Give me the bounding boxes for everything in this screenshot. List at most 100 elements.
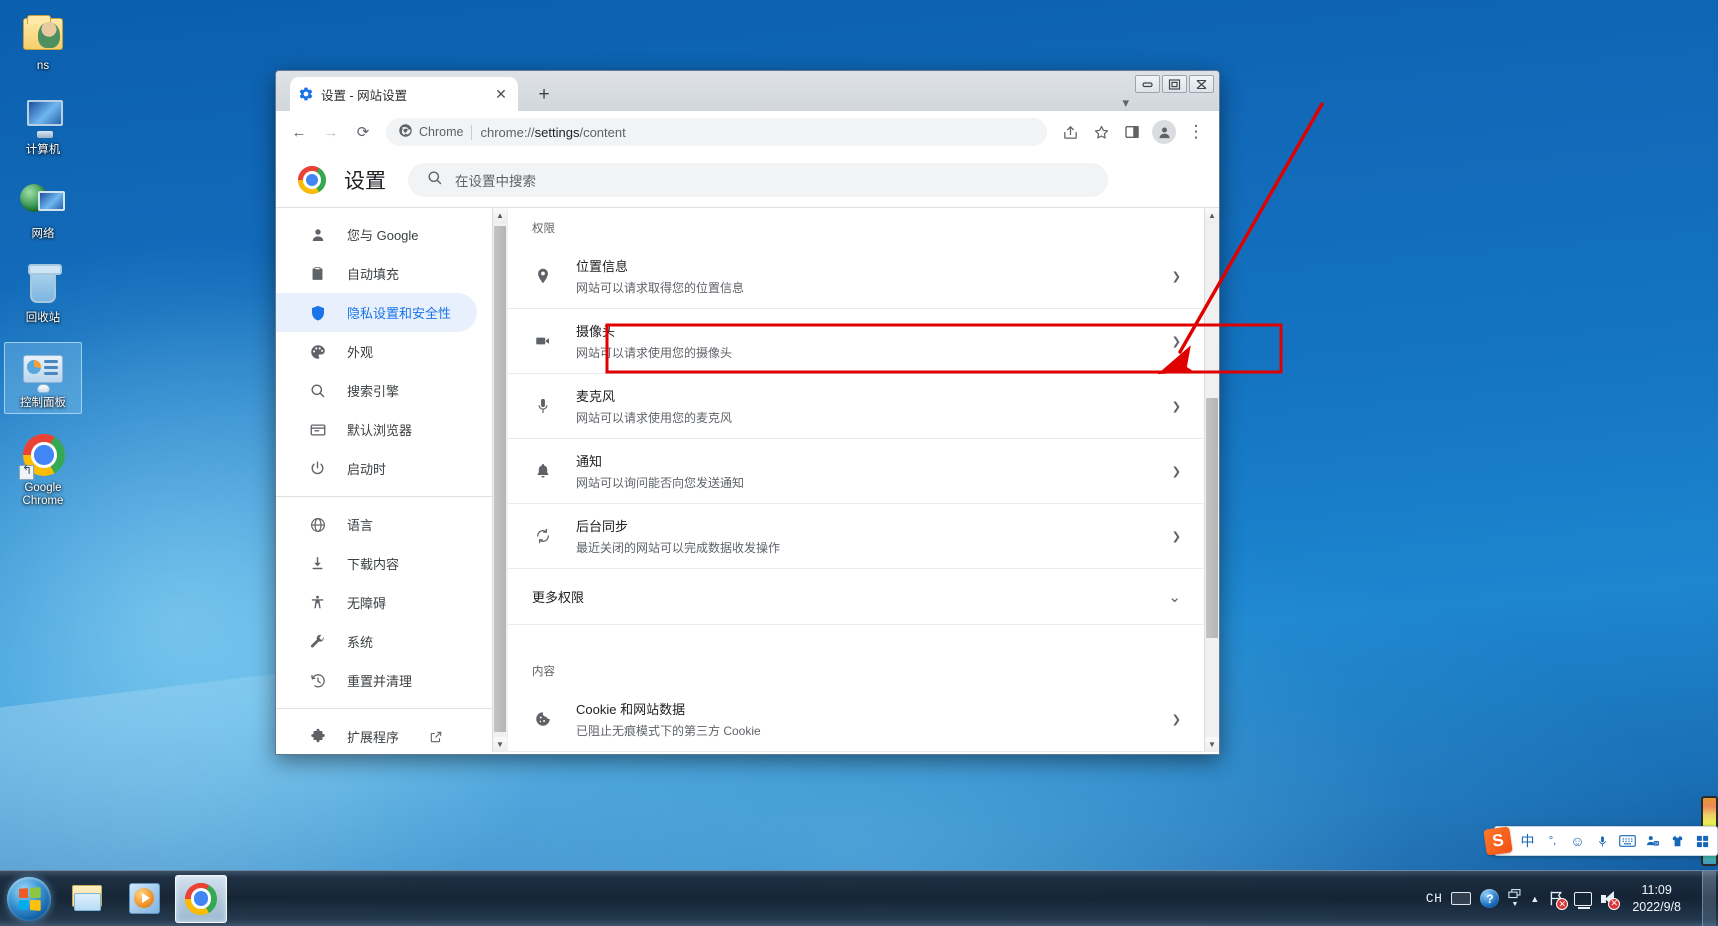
desktop-icon-ns[interactable]: ns bbox=[4, 6, 82, 76]
permission-row-microphone[interactable]: 麦克风 网站可以请求使用您的麦克风 ❯ bbox=[508, 374, 1203, 439]
permission-title: 通知 bbox=[576, 454, 603, 469]
taskbar-clock[interactable]: 11:09 2022/9/8 bbox=[1626, 882, 1693, 916]
sidebar-item-extensions[interactable]: 扩展程序 bbox=[276, 717, 477, 752]
close-button[interactable] bbox=[1189, 75, 1214, 93]
permission-row-background-sync[interactable]: 后台同步 最近关闭的网站可以完成数据收发操作 ❯ bbox=[508, 504, 1203, 569]
more-permissions-expander[interactable]: 更多权限 ⌄ bbox=[508, 569, 1203, 625]
sidebar-item-label: 重置并清理 bbox=[347, 674, 413, 689]
svg-text:24: 24 bbox=[1654, 842, 1658, 846]
sidebar-item-privacy-and-security[interactable]: 隐私设置和安全性 bbox=[276, 293, 477, 332]
clock-date: 2022/9/8 bbox=[1632, 899, 1681, 914]
browser-menu-button[interactable]: ⋮ bbox=[1181, 117, 1211, 147]
sidebar-scrollbar-thumb[interactable] bbox=[494, 226, 506, 732]
punctuation-icon[interactable]: °, bbox=[1544, 835, 1561, 847]
sidebar-item-appearance[interactable]: 外观 bbox=[276, 332, 477, 371]
sogou-logo-icon[interactable]: S bbox=[1483, 826, 1513, 856]
sidebar-item-on-startup[interactable]: 启动时 bbox=[276, 449, 477, 488]
new-tab-button[interactable]: + bbox=[531, 82, 557, 108]
desktop-icon-recycle-bin[interactable]: 回收站 bbox=[4, 258, 82, 328]
permission-row-notifications[interactable]: 通知 网站可以询问能否向您发送通知 ❯ bbox=[508, 439, 1203, 504]
toolbox-icon[interactable] bbox=[1694, 834, 1711, 849]
taskbar-item-chrome[interactable] bbox=[175, 874, 227, 923]
tab-title: 设置 - 网站设置 bbox=[321, 88, 408, 103]
sidebar-item-default-browser[interactable]: 默认浏览器 bbox=[276, 410, 477, 449]
page-title: 设置 bbox=[344, 170, 386, 193]
sidebar-item-label: 默认浏览器 bbox=[347, 423, 413, 438]
folder-user-icon bbox=[19, 10, 67, 58]
scroll-up-arrow-icon[interactable]: ▲ bbox=[493, 208, 507, 223]
help-icon[interactable]: ? bbox=[1480, 889, 1500, 908]
profile-avatar-icon[interactable] bbox=[1152, 120, 1176, 144]
soft-keyboard-icon[interactable] bbox=[1619, 835, 1636, 847]
url-suffix: /content bbox=[579, 124, 626, 140]
close-tab-button[interactable]: ✕ bbox=[492, 85, 510, 103]
settings-search-input[interactable]: 在设置中搜索 bbox=[408, 163, 1108, 197]
side-panel-icon[interactable] bbox=[1117, 117, 1147, 147]
search-icon bbox=[308, 381, 327, 400]
tab-search-chevron-icon[interactable]: ▾ bbox=[1122, 95, 1129, 111]
sidebar-item-reset-and-clean-up[interactable]: 重置并清理 bbox=[276, 661, 477, 700]
reload-button[interactable]: ⟳ bbox=[348, 117, 378, 147]
chinese-mode-icon[interactable]: 中 bbox=[1519, 831, 1536, 851]
desktop-icon-computer[interactable]: 计算机 bbox=[4, 90, 82, 160]
globe-icon bbox=[308, 515, 327, 534]
forward-button[interactable]: → bbox=[316, 117, 346, 147]
volume-icon[interactable]: ✕ bbox=[1601, 890, 1621, 910]
start-button[interactable] bbox=[2, 875, 56, 923]
permissions-card: 位置信息 网站可以请求取得您的位置信息 ❯ 摄像头 网站可以请求使用您的摄像头 bbox=[508, 244, 1203, 625]
desktop-icon-google-chrome[interactable]: Google Chrome bbox=[4, 428, 82, 511]
clipboard-icon bbox=[308, 264, 327, 283]
content-scroll-area: 权限 位置信息 网站可以请求取得您的位置信息 ❯ 摄像头 网站可以请求使用您的摄… bbox=[508, 208, 1203, 752]
settings-page: 设置 在设置中搜索 您与 Google 自动填充 隐私设置和安全性 外观 搜索引… bbox=[276, 153, 1219, 754]
scroll-down-arrow-icon[interactable]: ▼ bbox=[1205, 737, 1219, 752]
permission-row-location[interactable]: 位置信息 网站可以请求取得您的位置信息 ❯ bbox=[508, 244, 1203, 309]
content-scrollbar[interactable]: ▲ ▼ bbox=[1204, 208, 1219, 752]
sidebar-item-system[interactable]: 系统 bbox=[276, 622, 477, 661]
permission-text: 后台同步 最近关闭的网站可以完成数据收发操作 bbox=[576, 516, 1150, 556]
taskbar-item-file-explorer[interactable] bbox=[61, 875, 113, 923]
desktop-icon-network[interactable]: 网络 bbox=[4, 174, 82, 244]
network-tray-icon[interactable] bbox=[1574, 891, 1593, 909]
stack-icon[interactable]: ▼ bbox=[1508, 889, 1521, 908]
share-icon[interactable] bbox=[1055, 117, 1085, 147]
browser-tab-settings[interactable]: 设置 - 网站设置 ✕ bbox=[290, 77, 518, 111]
desktop-icon-control-panel[interactable]: 控制面板 bbox=[4, 342, 82, 414]
address-bar[interactable]: Chrome chrome://settings/content bbox=[386, 118, 1047, 146]
voice-input-icon[interactable] bbox=[1594, 834, 1611, 849]
scroll-up-arrow-icon[interactable]: ▲ bbox=[1205, 208, 1219, 223]
content-title: Cookie 和网站数据 bbox=[576, 702, 686, 717]
sidebar-item-languages[interactable]: 语言 bbox=[276, 505, 477, 544]
skin-icon[interactable] bbox=[1669, 834, 1686, 848]
minimize-button[interactable] bbox=[1135, 75, 1160, 93]
sidebar-item-downloads[interactable]: 下载内容 bbox=[276, 544, 477, 583]
back-button[interactable]: ← bbox=[284, 117, 314, 147]
sidebar-item-accessibility[interactable]: 无障碍 bbox=[276, 583, 477, 622]
taskbar-item-media-player[interactable] bbox=[118, 875, 170, 923]
sidebar-item-you-and-google[interactable]: 您与 Google bbox=[276, 215, 477, 254]
more-permissions-label: 更多权限 bbox=[532, 589, 585, 605]
sidebar-scrollbar[interactable]: ▲ ▼ bbox=[492, 208, 507, 752]
sogou-ime-toolbar[interactable]: S 中 °, ☺ 24 bbox=[1483, 826, 1718, 856]
keyboard-icon[interactable] bbox=[1451, 892, 1472, 905]
language-indicator[interactable]: CH bbox=[1426, 891, 1443, 906]
sidebar-item-autofill[interactable]: 自动填充 bbox=[276, 254, 477, 293]
desktop-background: ns 计算机 网络 回收站 控制面板 Google Chrome bbox=[0, 0, 1718, 926]
permission-text: 麦克风 网站可以请求使用您的麦克风 bbox=[576, 386, 1150, 426]
content-scrollbar-thumb[interactable] bbox=[1206, 398, 1218, 638]
flag-icon[interactable]: ✕ bbox=[1548, 890, 1569, 910]
emoji-icon[interactable]: ☺ bbox=[1569, 833, 1586, 849]
show-desktop-button[interactable] bbox=[1702, 870, 1716, 926]
sidebar-item-search-engine[interactable]: 搜索引擎 bbox=[276, 371, 477, 410]
wrench-icon bbox=[308, 632, 327, 651]
settings-content-area: 权限 位置信息 网站可以请求取得您的位置信息 ❯ 摄像头 网站可以请求使用您的摄… bbox=[508, 208, 1219, 752]
user-icon[interactable]: 24 bbox=[1644, 834, 1661, 848]
permission-title: 位置信息 bbox=[576, 259, 629, 274]
scroll-down-arrow-icon[interactable]: ▼ bbox=[493, 737, 507, 752]
chevron-right-icon: ❯ bbox=[1171, 400, 1181, 413]
maximize-button[interactable] bbox=[1162, 75, 1187, 93]
star-icon[interactable] bbox=[1086, 117, 1116, 147]
permission-row-camera[interactable]: 摄像头 网站可以请求使用您的摄像头 ❯ bbox=[508, 309, 1203, 374]
show-hidden-icons-button[interactable]: ▲ bbox=[1530, 894, 1539, 904]
content-row-cookies[interactable]: Cookie 和网站数据 已阻止无痕模式下的第三方 Cookie ❯ bbox=[508, 687, 1203, 752]
permissions-section-label: 权限 bbox=[532, 223, 555, 235]
